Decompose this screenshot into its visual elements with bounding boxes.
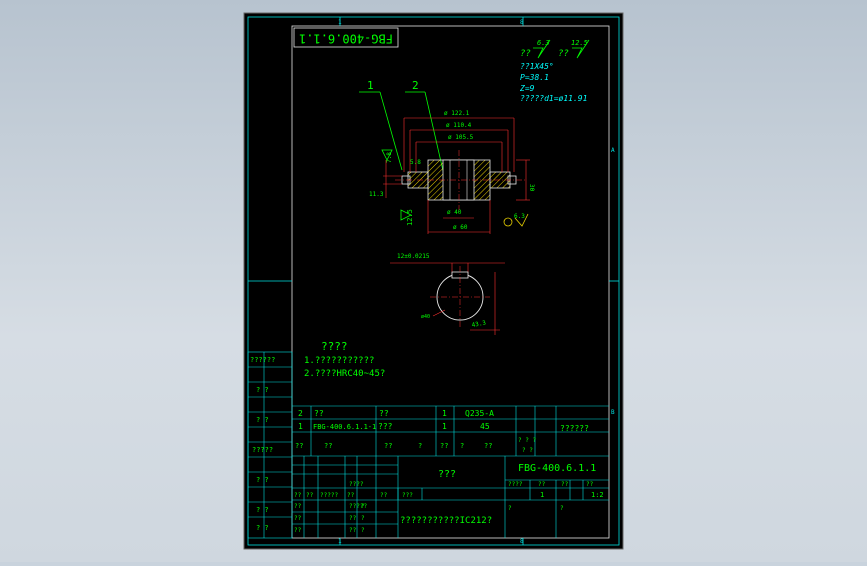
left-table-r6: ? ? xyxy=(256,506,269,514)
callout-part-2: 2 xyxy=(412,79,419,92)
svg-text:??: ?? xyxy=(347,492,355,499)
note-chamfer: ??1X45° xyxy=(520,62,554,71)
note-teeth: Z=9 xyxy=(519,84,535,93)
svg-text:1:2: 1:2 xyxy=(591,491,604,499)
svg-text:??: ?? xyxy=(484,442,492,450)
svg-text:??: ?? xyxy=(561,481,569,488)
svg-text:??: ?? xyxy=(294,527,302,534)
dim-root-dia: ø 105.5 xyxy=(448,134,474,141)
dim-outer-dia: ø 122.1 xyxy=(444,110,470,117)
svg-text:?????: ????? xyxy=(320,492,338,499)
svg-text:????: ???? xyxy=(349,481,364,488)
svg-text:45: 45 xyxy=(480,422,490,431)
cad-viewport[interactable]: 8 8 1 1 A B FBG-400.6.1.1 ?? 6.3 ?? 12.5… xyxy=(0,0,867,562)
svg-text:????: ???? xyxy=(508,481,523,488)
svg-text:??: ?? xyxy=(349,527,357,534)
dim-tooth-width: 11.3 xyxy=(369,191,384,198)
title-quantity-label: ??? xyxy=(402,492,413,499)
callout-part-1: 1 xyxy=(367,79,374,92)
tech-req-line-1: 1.??????????? xyxy=(304,356,374,366)
title-name: ??? xyxy=(438,469,456,480)
svg-text:?: ? xyxy=(508,505,512,512)
dim-keyway-width: 12±0.0215 xyxy=(397,253,430,260)
svg-text:Q235-A: Q235-A xyxy=(465,409,494,418)
dim-width: 30 xyxy=(528,184,535,192)
dim-hub-dia: ø 60 xyxy=(453,224,468,231)
svg-text:?????: ????? xyxy=(349,503,367,510)
roughness-left: 12.5 xyxy=(406,209,414,226)
left-table-r7: ? ? xyxy=(256,524,269,532)
svg-text:??: ?? xyxy=(294,492,302,499)
dim-bore-dia: ø 40 xyxy=(447,209,462,216)
left-table-r5: ? ? xyxy=(256,476,269,484)
title-company: ???????????IC212? xyxy=(400,516,492,526)
border-mark-right-b: B xyxy=(611,409,615,416)
note-pitch: P=38.1 xyxy=(520,73,549,82)
svg-text:??: ?? xyxy=(295,442,303,450)
title-drawing-number: FBG-400.6.1.1 xyxy=(518,463,596,474)
border-mark-right-a: A xyxy=(611,147,615,154)
tech-req-title: ???? xyxy=(321,340,348,353)
svg-text:1: 1 xyxy=(442,422,447,431)
svg-text:?: ? xyxy=(361,515,365,522)
border-mark-bottom-left: 1 xyxy=(338,538,342,545)
roughness-label-2: ?? xyxy=(558,49,569,59)
dim-bore: ø40 xyxy=(421,314,430,320)
left-table-r1: ?????? xyxy=(250,356,275,364)
note-roller-dia: ?????d1=ø11.91 xyxy=(520,94,587,103)
svg-text:?: ? xyxy=(560,505,564,512)
svg-text:?: ? xyxy=(460,442,464,450)
svg-text:??: ?? xyxy=(306,492,314,499)
svg-text:?: ? xyxy=(361,527,365,534)
left-table-r4: ????? xyxy=(252,446,273,454)
svg-text:???: ??? xyxy=(378,422,393,431)
svg-text:??: ?? xyxy=(294,503,302,510)
svg-text:??: ?? xyxy=(324,442,332,450)
svg-text:FBG-400.6.1.1-1: FBG-400.6.1.1-1 xyxy=(313,423,376,431)
svg-text:??: ?? xyxy=(538,481,546,488)
svg-text:? ? ?: ? ? ? xyxy=(518,437,536,444)
border-mark-top: 8 xyxy=(520,19,524,26)
roughness-label-1: ?? xyxy=(520,49,531,59)
svg-text:?: ? xyxy=(418,442,422,450)
svg-text:1: 1 xyxy=(540,491,544,499)
svg-text:??: ?? xyxy=(380,492,388,499)
svg-text:FBG-400.6.1.1: FBG-400.6.1.1 xyxy=(299,32,393,46)
svg-text:??: ?? xyxy=(586,481,594,488)
svg-text:??: ?? xyxy=(314,409,324,418)
svg-text:??: ?? xyxy=(349,515,357,522)
border-mark-top-left: 1 xyxy=(338,19,342,26)
svg-text:? ?: ? ? xyxy=(522,447,533,454)
tech-req-line-2: 2.????HRC40~45? xyxy=(304,369,385,379)
left-table-r2: ? ? xyxy=(256,386,269,394)
svg-text:??: ?? xyxy=(379,409,389,418)
border-mark-bottom: 8 xyxy=(520,538,524,545)
svg-text:??: ?? xyxy=(440,442,448,450)
svg-text:?: ? xyxy=(361,503,365,510)
svg-text:??: ?? xyxy=(384,442,392,450)
svg-text:??: ?? xyxy=(294,515,302,522)
roughness-right: 6.3 xyxy=(514,213,525,220)
dim-chamfer: 5.8 xyxy=(410,159,421,166)
dim-tip-dia: ø 110.4 xyxy=(446,122,472,129)
dim-flange-thick: 7.8 xyxy=(386,152,393,163)
svg-text:2: 2 xyxy=(298,409,303,418)
left-table-r3: ? ? xyxy=(256,416,269,424)
svg-text:??????: ?????? xyxy=(560,424,589,433)
svg-text:1: 1 xyxy=(298,422,303,431)
svg-text:1: 1 xyxy=(442,409,447,418)
